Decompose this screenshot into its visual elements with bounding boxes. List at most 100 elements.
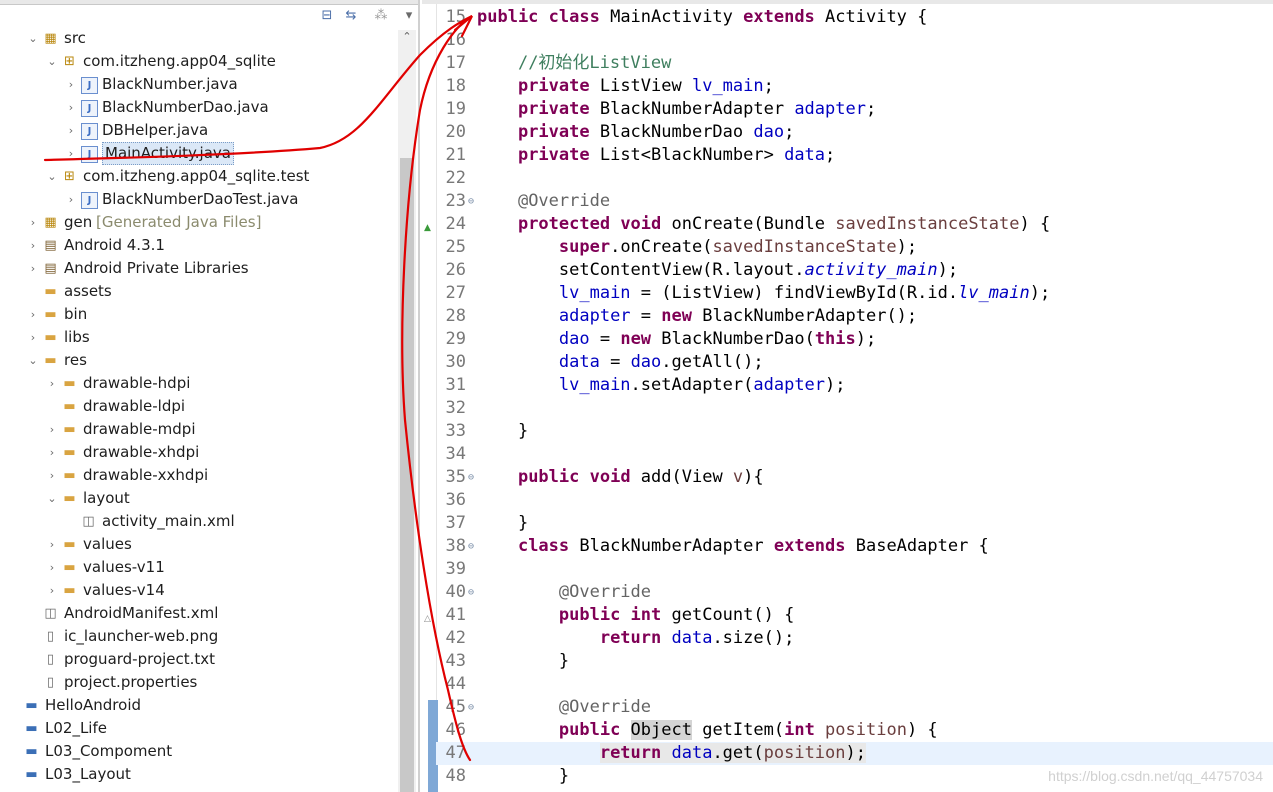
explorer-scroll-thumb[interactable] (400, 158, 414, 792)
code-line[interactable]: 17 //初始化ListView (436, 52, 1273, 75)
code-line[interactable]: 25 super.onCreate(savedInstanceState); (436, 236, 1273, 259)
scroll-up-icon[interactable]: ⌃ (398, 30, 416, 46)
tree-item-pkg-main[interactable]: ⌄ ⊞ com.itzheng.app04_sqlite (0, 50, 396, 73)
panel-divider[interactable] (418, 0, 420, 792)
tree-item-drawable-xxhdpi[interactable]: › ▬ drawable-xxhdpi (0, 464, 396, 487)
code-line[interactable]: 31 lv_main.setAdapter(adapter); (436, 374, 1273, 397)
code-line[interactable]: 24 protected void onCreate(Bundle savedI… (436, 213, 1273, 236)
fold-toggle-icon[interactable]: ⊖ (466, 535, 476, 558)
annotation-ruler[interactable]: ▲ △ (422, 4, 438, 792)
tree-item-values[interactable]: › ▬ values (0, 533, 396, 556)
tree-item-l02-life[interactable]: ▬ L02_Life (0, 717, 396, 740)
chevron-right-icon[interactable]: › (46, 372, 58, 395)
tree-item-drawable-mdpi[interactable]: › ▬ drawable-mdpi (0, 418, 396, 441)
chevron-right-icon[interactable]: › (46, 556, 58, 579)
chevron-down-icon[interactable]: ⌄ (46, 487, 58, 510)
code-line[interactable]: 36 (436, 489, 1273, 512)
code-line[interactable]: 43 } (436, 650, 1273, 673)
code-line[interactable]: 38 ⊖ class BlackNumberAdapter extends Bas… (436, 535, 1273, 558)
tree-item-drawable-xhdpi[interactable]: › ▬ drawable-xhdpi (0, 441, 396, 464)
code-line[interactable]: 35 ⊖ public void add(View v){ (436, 466, 1273, 489)
fold-toggle-icon[interactable]: ⊖ (466, 696, 476, 719)
chevron-right-icon[interactable]: › (27, 326, 39, 349)
chevron-right-icon[interactable]: › (65, 73, 77, 96)
chevron-right-icon[interactable]: › (46, 533, 58, 556)
code-line[interactable]: 47 return data.get(position); (436, 742, 1273, 765)
code-line[interactable]: 44 (436, 673, 1273, 696)
code-line[interactable]: 32 (436, 397, 1273, 420)
link-with-editor-icon[interactable]: ⇆ (342, 7, 360, 25)
tree-item-hello-android[interactable]: ▬ HelloAndroid (0, 694, 396, 717)
tree-item-values-v11[interactable]: › ▬ values-v11 (0, 556, 396, 579)
fold-toggle-icon[interactable]: ⊖ (466, 466, 476, 489)
tree-item-l03-layout[interactable]: ▬ L03_Layout (0, 763, 396, 786)
code-line[interactable]: 34 (436, 443, 1273, 466)
chevron-right-icon[interactable]: › (46, 464, 58, 487)
tree-item-layout[interactable]: ⌄ ▬ layout (0, 487, 396, 510)
fold-toggle-icon[interactable]: ⊖ (466, 190, 476, 213)
tree-item-gen[interactable]: › ▦ gen [Generated Java Files] (0, 211, 396, 234)
tree-item-file-blacknumber[interactable]: › J BlackNumber.java (0, 73, 396, 96)
tree-item-libs[interactable]: › ▬ libs (0, 326, 396, 349)
fold-toggle-icon[interactable]: ⊖ (466, 581, 476, 604)
chevron-down-icon[interactable]: ⌄ (27, 349, 39, 372)
tree-item-android[interactable]: › ▤ Android 4.3.1 (0, 234, 396, 257)
tree-item-file-dbhelper[interactable]: › J DBHelper.java (0, 119, 396, 142)
tree-item-bin[interactable]: › ▬ bin (0, 303, 396, 326)
chevron-down-icon[interactable]: ⌄ (46, 165, 58, 188)
tree-item-project-props[interactable]: ▯ project.properties (0, 671, 396, 694)
code-line[interactable]: 45 ⊖ @Override (436, 696, 1273, 719)
code-line[interactable]: 39 (436, 558, 1273, 581)
chevron-down-icon[interactable]: ⌄ (46, 50, 58, 73)
tree-item-private-libs[interactable]: › ▤ Android Private Libraries (0, 257, 396, 280)
tree-item-file-daotest[interactable]: › J BlackNumberDaoTest.java (0, 188, 396, 211)
code-line[interactable]: 15 public class MainActivity extends Acti… (436, 6, 1273, 29)
chevron-right-icon[interactable]: › (65, 119, 77, 142)
tree-item-drawable-hdpi[interactable]: › ▬ drawable-hdpi (0, 372, 396, 395)
code-line[interactable]: 40 ⊖ @Override (436, 581, 1273, 604)
code-editor[interactable]: ▲ △ 15 public class MainActivity extends A… (422, 0, 1273, 792)
tree-item-ic-launcher[interactable]: ▯ ic_launcher-web.png (0, 625, 396, 648)
editor-tab-strip[interactable] (422, 0, 1273, 4)
code-line[interactable]: 37 } (436, 512, 1273, 535)
filters-icon[interactable]: ⁂ (372, 7, 390, 25)
chevron-right-icon[interactable]: › (27, 257, 39, 280)
chevron-right-icon[interactable]: › (65, 188, 77, 211)
code-line[interactable]: 18 private ListView lv_main; (436, 75, 1273, 98)
tree-item-drawable-ldpi[interactable]: ▬ drawable-ldpi (0, 395, 396, 418)
tree-item-l03-compoment[interactable]: ▬ L03_Compoment (0, 740, 396, 763)
tree-item-src[interactable]: ⌄ ▦ src (0, 27, 396, 50)
code-line[interactable]: 19 private BlackNumberAdapter adapter; (436, 98, 1273, 121)
code-line[interactable]: 41 public int getCount() { (436, 604, 1273, 627)
collapse-all-icon[interactable]: ⊟ (318, 7, 336, 25)
tree-item-activity-main-xml[interactable]: ◫ activity_main.xml (0, 510, 396, 533)
code-line[interactable]: 29 dao = new BlackNumberDao(this); (436, 328, 1273, 351)
code-line[interactable]: 30 data = dao.getAll(); (436, 351, 1273, 374)
tree-item-pkg-test[interactable]: ⌄ ⊞ com.itzheng.app04_sqlite.test (0, 165, 396, 188)
view-menu-icon[interactable]: ▾ (400, 7, 418, 25)
code-line[interactable]: 46 public Object getItem(int position) { (436, 719, 1273, 742)
code-line[interactable]: 23 ⊖ @Override (436, 190, 1273, 213)
chevron-right-icon[interactable]: › (27, 234, 39, 257)
tree-item-res[interactable]: ⌄ ▬ res (0, 349, 396, 372)
code-line[interactable]: 33 } (436, 420, 1273, 443)
chevron-right-icon[interactable]: › (65, 96, 77, 119)
tree-item-proguard[interactable]: ▯ proguard-project.txt (0, 648, 396, 671)
code-line[interactable]: 42 return data.size(); (436, 627, 1273, 650)
chevron-down-icon[interactable]: ⌄ (27, 27, 39, 50)
code-line[interactable]: 16 (436, 29, 1273, 52)
code-line[interactable]: 22 (436, 167, 1273, 190)
tree-item-values-v14[interactable]: › ▬ values-v14 (0, 579, 396, 602)
code-line[interactable]: 28 adapter = new BlackNumberAdapter(); (436, 305, 1273, 328)
chevron-right-icon[interactable]: › (27, 303, 39, 326)
tree-item-manifest[interactable]: ◫ AndroidManifest.xml (0, 602, 396, 625)
chevron-right-icon[interactable]: › (46, 441, 58, 464)
chevron-right-icon[interactable]: › (27, 211, 39, 234)
chevron-right-icon[interactable]: › (65, 142, 77, 165)
chevron-right-icon[interactable]: › (46, 579, 58, 602)
tree-item-assets[interactable]: ▬ assets (0, 280, 396, 303)
code-line[interactable]: 20 private BlackNumberDao dao; (436, 121, 1273, 144)
tree-item-file-blacknumberdao[interactable]: › J BlackNumberDao.java (0, 96, 396, 119)
implements-marker-icon[interactable]: △ (424, 615, 433, 624)
chevron-right-icon[interactable]: › (46, 418, 58, 441)
